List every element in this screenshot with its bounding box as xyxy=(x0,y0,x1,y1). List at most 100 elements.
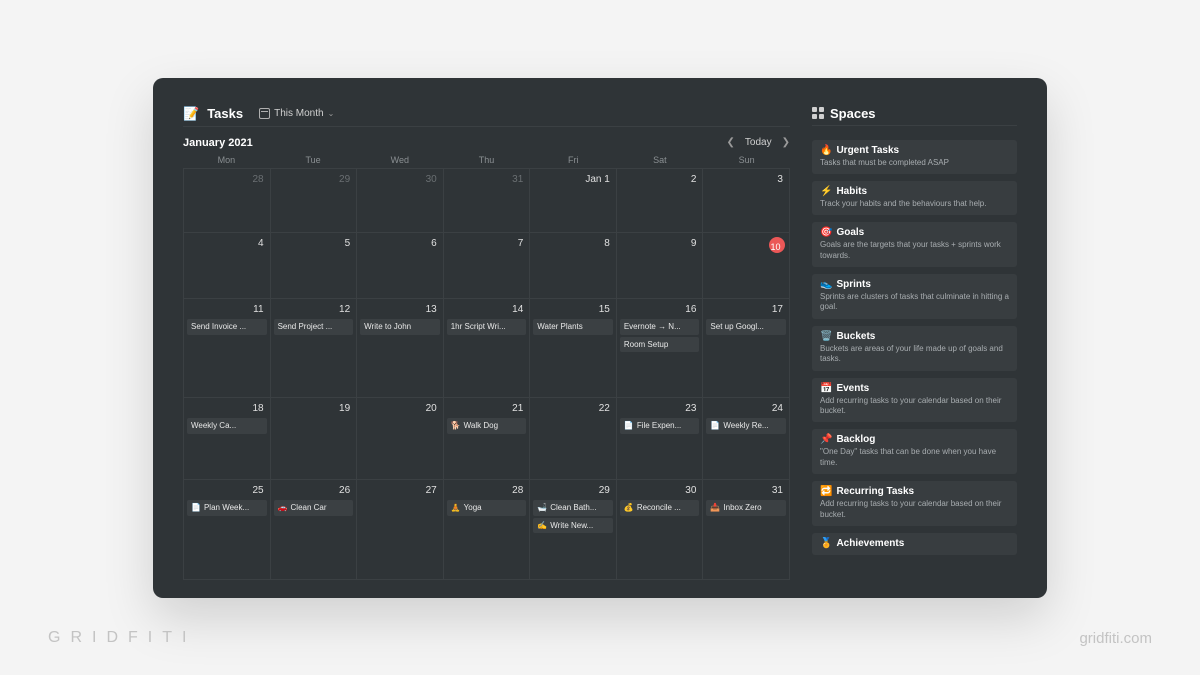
date-number: 29 xyxy=(533,483,613,498)
event-chip[interactable]: 1hr Script Wri... xyxy=(447,319,527,335)
calendar-cell[interactable]: 31📥Inbox Zero xyxy=(703,480,790,579)
space-card[interactable]: 🏅Achievements xyxy=(812,533,1017,555)
calendar-cell[interactable]: 10 xyxy=(703,233,790,299)
event-label: File Expen... xyxy=(637,421,681,430)
date-number: 2 xyxy=(620,172,700,187)
event-chip[interactable]: 📄Weekly Re... xyxy=(706,418,786,434)
date-number: 22 xyxy=(533,401,613,416)
calendar-controls: January 2021 ❮ Today ❯ xyxy=(183,137,790,149)
date-number: 16 xyxy=(620,302,700,317)
calendar-cell[interactable]: 21 🐕Walk Dog xyxy=(444,398,531,480)
calendar-cell[interactable]: 20 xyxy=(357,398,444,480)
event-label: Clean Bath... xyxy=(550,503,596,512)
date-number: 24 xyxy=(706,401,786,416)
calendar-cell[interactable]: 11Send Invoice ... xyxy=(184,299,271,398)
space-title: Urgent Tasks xyxy=(836,145,899,156)
event-chip[interactable]: Evernote → N... xyxy=(620,319,700,335)
event-chip[interactable]: 📥Inbox Zero xyxy=(706,500,786,516)
event-chip[interactable]: 🧘Yoga xyxy=(447,500,527,516)
space-description: "One Day" tasks that can be done when yo… xyxy=(820,447,1009,468)
calendar-cell[interactable]: 25📄Plan Week... xyxy=(184,480,271,579)
calendar-cell[interactable]: 29 xyxy=(271,169,358,233)
calendar-cell[interactable]: 9 xyxy=(617,233,704,299)
event-chip[interactable]: 🐕Walk Dog xyxy=(447,418,527,434)
view-selector[interactable]: This Month ⌄ xyxy=(259,108,334,119)
calendar-cell[interactable]: 8 xyxy=(530,233,617,299)
space-card[interactable]: 🔥Urgent TasksTasks that must be complete… xyxy=(812,140,1017,174)
calendar-cell[interactable]: 27 xyxy=(357,480,444,579)
event-chip[interactable]: 🛁Clean Bath... xyxy=(533,500,613,516)
space-icon: 📌 xyxy=(820,434,832,445)
calendar-cell[interactable]: 16 Evernote → N... Room Setup xyxy=(617,299,704,398)
calendar-cell[interactable]: 4 xyxy=(184,233,271,299)
space-description: Add recurring tasks to your calendar bas… xyxy=(820,396,1009,417)
event-chip[interactable]: 📄File Expen... xyxy=(620,418,700,434)
space-description: Add recurring tasks to your calendar bas… xyxy=(820,499,1009,520)
space-icon: 🏅 xyxy=(820,538,832,549)
calendar-cell[interactable]: Jan 1 xyxy=(530,169,617,233)
calendar-cell[interactable]: 29 🛁Clean Bath... ✍️Write New... xyxy=(530,480,617,579)
event-icon: 📥 xyxy=(710,503,720,512)
event-label: Yoga xyxy=(464,503,482,512)
calendar-cell[interactable]: 28🧘Yoga xyxy=(444,480,531,579)
calendar-cell[interactable]: 13Write to John xyxy=(357,299,444,398)
calendar-cell[interactable]: 26🚗Clean Car xyxy=(271,480,358,579)
space-card[interactable]: ⚡HabitsTrack your habits and the behavio… xyxy=(812,181,1017,215)
today-button[interactable]: Today xyxy=(745,137,772,148)
event-label: Water Plants xyxy=(537,322,583,331)
calendar-cell[interactable]: 30💰Reconcile ... xyxy=(617,480,704,579)
date-number: 21 xyxy=(447,401,527,416)
event-chip[interactable]: Send Project ... xyxy=(274,319,354,335)
date-number: 27 xyxy=(360,483,440,498)
calendar-cell[interactable]: 17 Set up Googl... xyxy=(703,299,790,398)
event-chip[interactable]: 🚗Clean Car xyxy=(274,500,354,516)
space-card[interactable]: 📌Backlog"One Day" tasks that can be done… xyxy=(812,429,1017,474)
calendar-cell[interactable]: 15Water Plants xyxy=(530,299,617,398)
space-card[interactable]: 📅EventsAdd recurring tasks to your calen… xyxy=(812,378,1017,423)
event-chip[interactable]: 📄Plan Week... xyxy=(187,500,267,516)
calendar-cell[interactable]: 28 xyxy=(184,169,271,233)
calendar-cell[interactable]: 24 📄Weekly Re... xyxy=(703,398,790,480)
event-chip[interactable]: Water Plants xyxy=(533,319,613,335)
space-card[interactable]: 🗑️BucketsBuckets are areas of your life … xyxy=(812,326,1017,371)
day-of-week-header: MonTueWedThuFriSatSun xyxy=(183,155,790,168)
event-icon: 📄 xyxy=(624,421,634,430)
date-number: 29 xyxy=(274,172,354,187)
event-label: Inbox Zero xyxy=(723,503,761,512)
panel-header: 📝 Tasks This Month ⌄ xyxy=(183,106,790,127)
prev-month-button[interactable]: ❮ xyxy=(727,137,735,148)
event-chip[interactable]: Weekly Ca... xyxy=(187,418,267,434)
event-label: Send Invoice ... xyxy=(191,322,246,331)
event-chip[interactable]: ✍️Write New... xyxy=(533,518,613,534)
next-month-button[interactable]: ❯ xyxy=(782,137,790,148)
calendar-cell[interactable]: 7 xyxy=(444,233,531,299)
event-chip[interactable]: Write to John xyxy=(360,319,440,335)
calendar-cell[interactable]: 23📄File Expen... xyxy=(617,398,704,480)
date-number: 19 xyxy=(274,401,354,416)
calendar-cell[interactable]: 19 xyxy=(271,398,358,480)
space-card[interactable]: 👟SprintsSprints are clusters of tasks th… xyxy=(812,274,1017,319)
calendar-icon xyxy=(259,108,270,119)
calendar-cell[interactable]: 30 xyxy=(357,169,444,233)
date-number: 17 xyxy=(706,302,786,317)
calendar-cell[interactable]: 22 xyxy=(530,398,617,480)
calendar-cell[interactable]: 18Weekly Ca... xyxy=(184,398,271,480)
date-number: 12 xyxy=(274,302,354,317)
event-icon: 🚗 xyxy=(278,503,288,512)
space-card[interactable]: 🔁Recurring TasksAdd recurring tasks to y… xyxy=(812,481,1017,526)
event-chip[interactable]: Room Setup xyxy=(620,337,700,353)
space-title: Buckets xyxy=(836,331,875,342)
space-card[interactable]: 🎯GoalsGoals are the targets that your ta… xyxy=(812,222,1017,267)
dow-label: Sun xyxy=(703,155,790,168)
event-chip[interactable]: Send Invoice ... xyxy=(187,319,267,335)
calendar-cell[interactable]: 6 xyxy=(357,233,444,299)
calendar-cell[interactable]: 5 xyxy=(271,233,358,299)
event-chip[interactable]: Set up Googl... xyxy=(706,319,786,335)
calendar-cell[interactable]: 3 xyxy=(703,169,790,233)
calendar-cell[interactable]: 31 xyxy=(444,169,531,233)
event-chip[interactable]: 💰Reconcile ... xyxy=(620,500,700,516)
calendar-cell[interactable]: 2 xyxy=(617,169,704,233)
calendar-cell[interactable]: 12 Send Project ... xyxy=(271,299,358,398)
calendar-cell[interactable]: 141hr Script Wri... xyxy=(444,299,531,398)
date-number: 31 xyxy=(447,172,527,187)
